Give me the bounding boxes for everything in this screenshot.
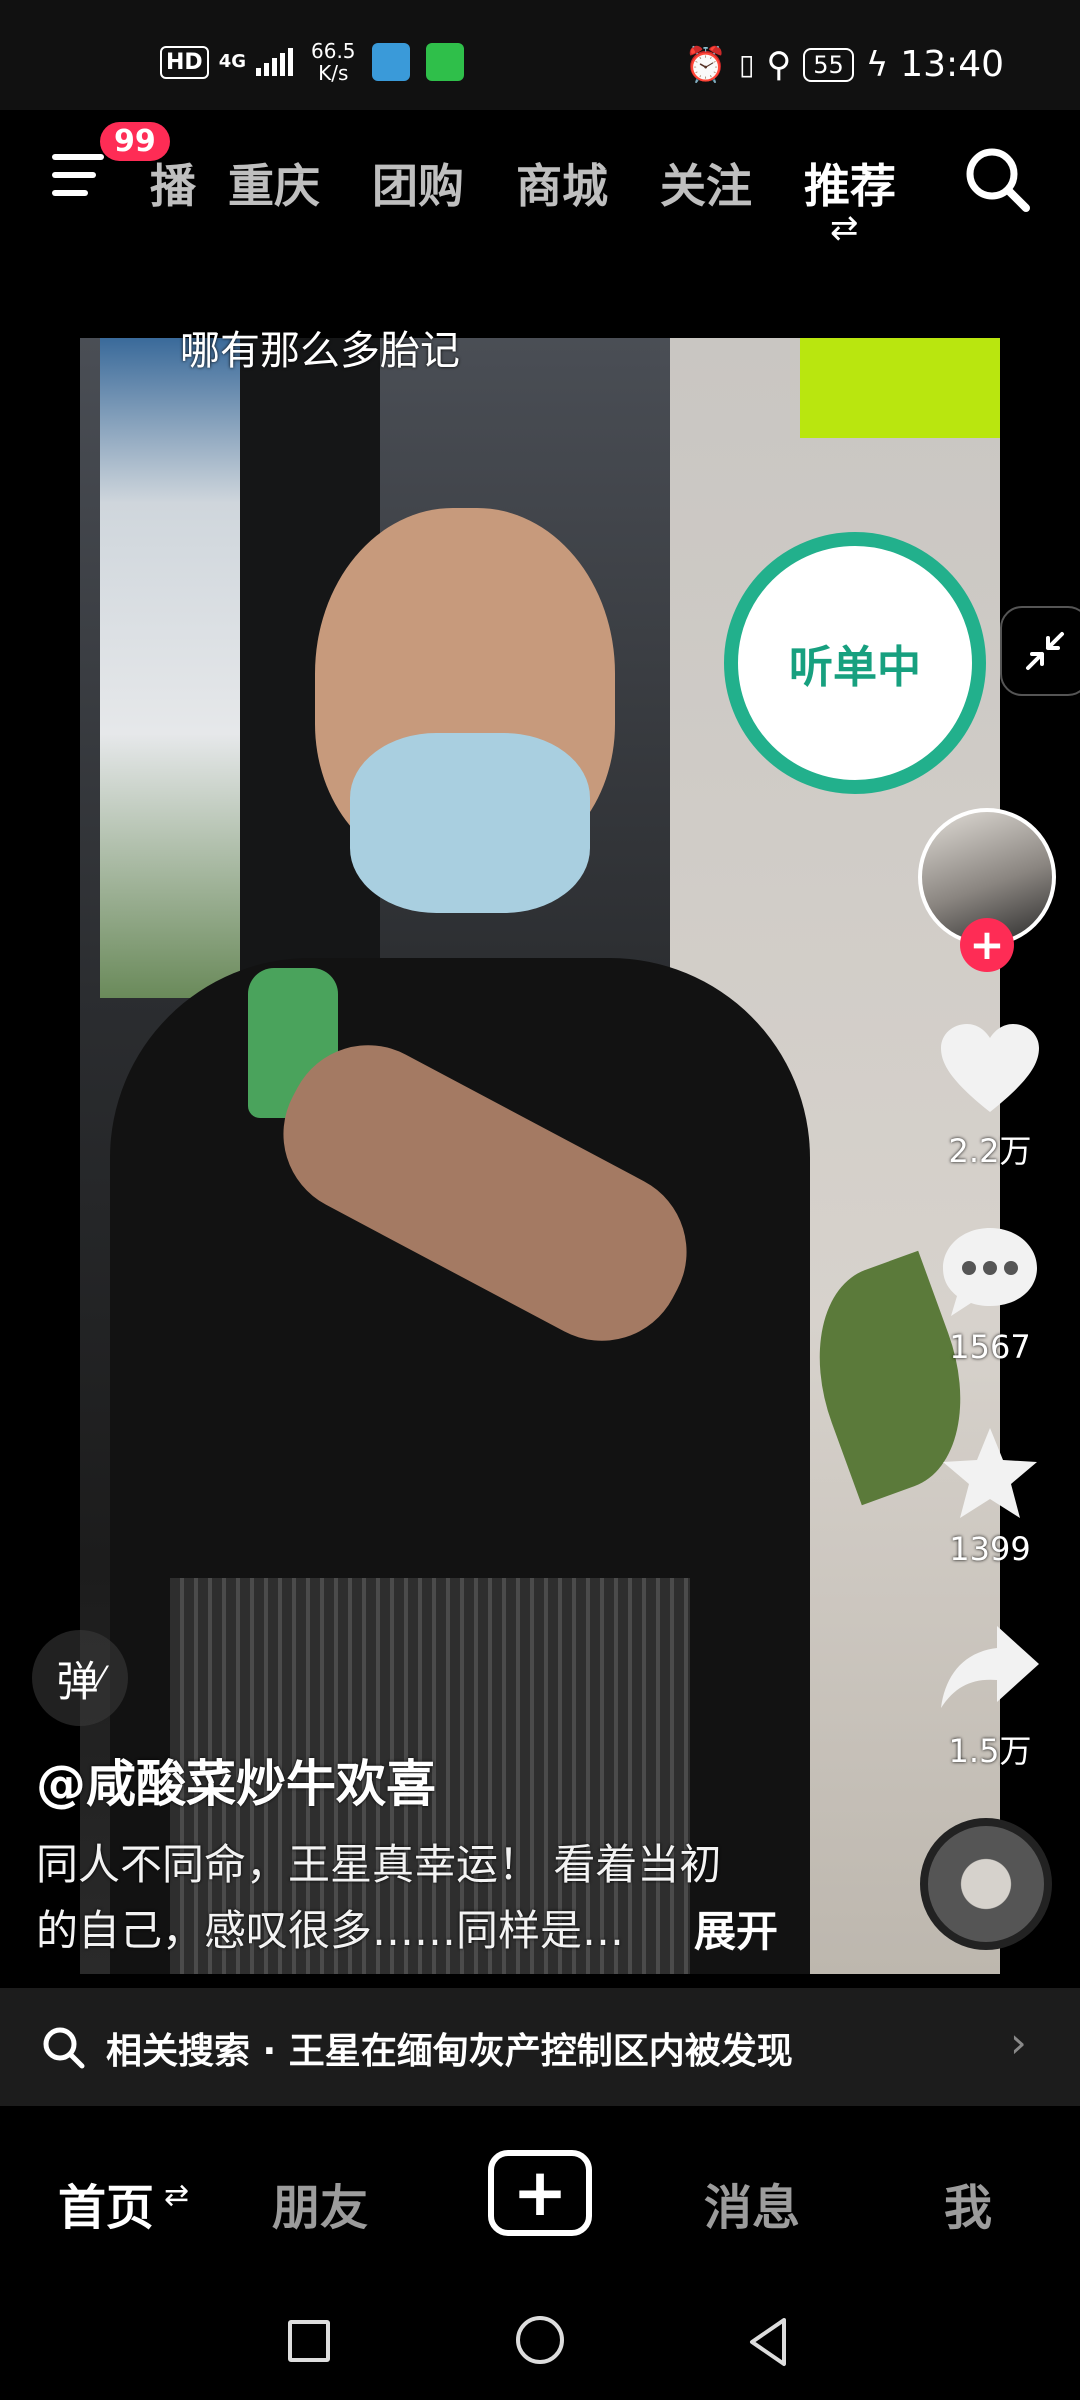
description-line-1: 同人不同命，王星真幸运！ 看着当初 — [36, 1840, 722, 1889]
charging-icon: ϟ — [865, 44, 889, 85]
hd-indicator: HD — [160, 45, 209, 79]
heart-icon — [941, 1024, 1039, 1112]
expand-button[interactable]: 展开 — [694, 1898, 778, 1959]
tab-live[interactable]: 播 — [150, 150, 196, 216]
tab-chongqing[interactable]: 重庆 — [228, 150, 320, 216]
back-icon[interactable] — [744, 2316, 792, 2368]
listen-order-badge[interactable]: 听单中 — [724, 532, 986, 794]
favorite-button[interactable]: 1399 — [930, 1424, 1050, 1568]
music-disc[interactable] — [920, 1818, 1052, 1950]
video-window — [100, 338, 250, 998]
related-search-text: 相关搜索 · 王星在缅甸灰产控制区内被发现 — [106, 2031, 793, 2072]
tab-group-buy[interactable]: 团购 — [372, 150, 464, 216]
search-icon[interactable] — [962, 144, 1032, 214]
network-type: 4G — [218, 51, 246, 72]
swap-icon: ⇄ — [164, 2178, 190, 2213]
menu-button[interactable] — [52, 150, 110, 200]
follow-plus-icon[interactable]: + — [960, 918, 1014, 972]
home-icon[interactable] — [516, 2316, 564, 2364]
tab-messages[interactable]: 消息 — [704, 2168, 800, 2238]
system-nav — [0, 2286, 1080, 2400]
status-bar: HD 4G 66.5 K/s ⏰ ▯ ⚲ 55 ϟ 13:40 — [0, 0, 1080, 110]
create-plus-button[interactable]: + — [488, 2150, 592, 2236]
network-speed: 66.5 K/s — [311, 40, 356, 84]
like-button[interactable]: 2.2万 — [930, 1020, 1050, 1172]
video-caption-overlay: 哪有那么多胎记 — [180, 328, 460, 374]
comment-count: 1567 — [949, 1328, 1031, 1366]
status-right: ⏰ ▯ ⚲ 55 ϟ 13:40 — [685, 44, 1004, 85]
tab-mall[interactable]: 商城 — [516, 150, 608, 216]
tab-home[interactable]: 首页 — [58, 2168, 154, 2238]
signal-icon — [256, 48, 293, 76]
listen-order-label: 听单中 — [789, 642, 921, 693]
tab-recommended[interactable]: 推荐 — [804, 150, 896, 216]
comment-button[interactable]: 1567 — [930, 1222, 1050, 1366]
star-icon — [943, 1428, 1037, 1518]
share-arrow-icon — [941, 1626, 1039, 1708]
battery-indicator: 55 — [803, 47, 854, 82]
alarm-icon: ⏰ — [684, 44, 727, 85]
danmaku-toggle[interactable]: 弹 ⁄ — [32, 1630, 128, 1726]
tab-me[interactable]: 我 — [944, 2168, 992, 2238]
bottom-nav: 首页 ⇄ 朋友 + 消息 我 — [0, 2106, 1080, 2286]
favorite-count: 1399 — [949, 1530, 1031, 1568]
collapse-icon[interactable] — [1000, 606, 1080, 696]
app-notification-icon — [371, 43, 410, 81]
tab-following[interactable]: 关注 — [660, 150, 752, 216]
comment-icon — [943, 1228, 1037, 1316]
related-search-bar[interactable]: 相关搜索 · 王星在缅甸灰产控制区内被发现 › — [0, 1988, 1080, 2106]
status-left: HD 4G 66.5 K/s — [160, 40, 464, 84]
location-icon: ⚲ — [766, 44, 792, 85]
danmaku-label: 弹 — [56, 1656, 99, 1706]
app-notification-icon-2 — [425, 43, 464, 81]
chevron-right-icon: › — [1010, 2018, 1027, 2067]
description-line-2: 的自己，感叹很多……同样是… — [36, 1906, 625, 1955]
video-lime-panel — [800, 338, 1000, 438]
speed-unit: K/s — [318, 61, 349, 85]
recent-apps-icon[interactable] — [288, 2320, 330, 2362]
post-description[interactable]: 同人不同命，王星真幸运！ 看着当初 的自己，感叹很多……同样是… — [36, 1832, 796, 1964]
clock: 13:40 — [900, 44, 1004, 85]
top-nav: 99 播 重庆 团购 商城 关注 推荐 ⇄ — [0, 110, 1080, 250]
tab-friends[interactable]: 朋友 — [272, 2168, 368, 2238]
share-button[interactable]: 1.5万 — [930, 1620, 1050, 1772]
speed-value: 66.5 — [311, 39, 356, 63]
author-name[interactable]: @咸酸菜炒牛欢喜 — [36, 1744, 436, 1816]
search-icon — [43, 2027, 85, 2069]
video-face-mask — [350, 733, 590, 913]
swap-icon: ⇄ — [830, 208, 859, 248]
vibrate-icon: ▯ — [738, 48, 755, 81]
like-count: 2.2万 — [948, 1132, 1032, 1170]
share-count: 1.5万 — [948, 1732, 1032, 1770]
